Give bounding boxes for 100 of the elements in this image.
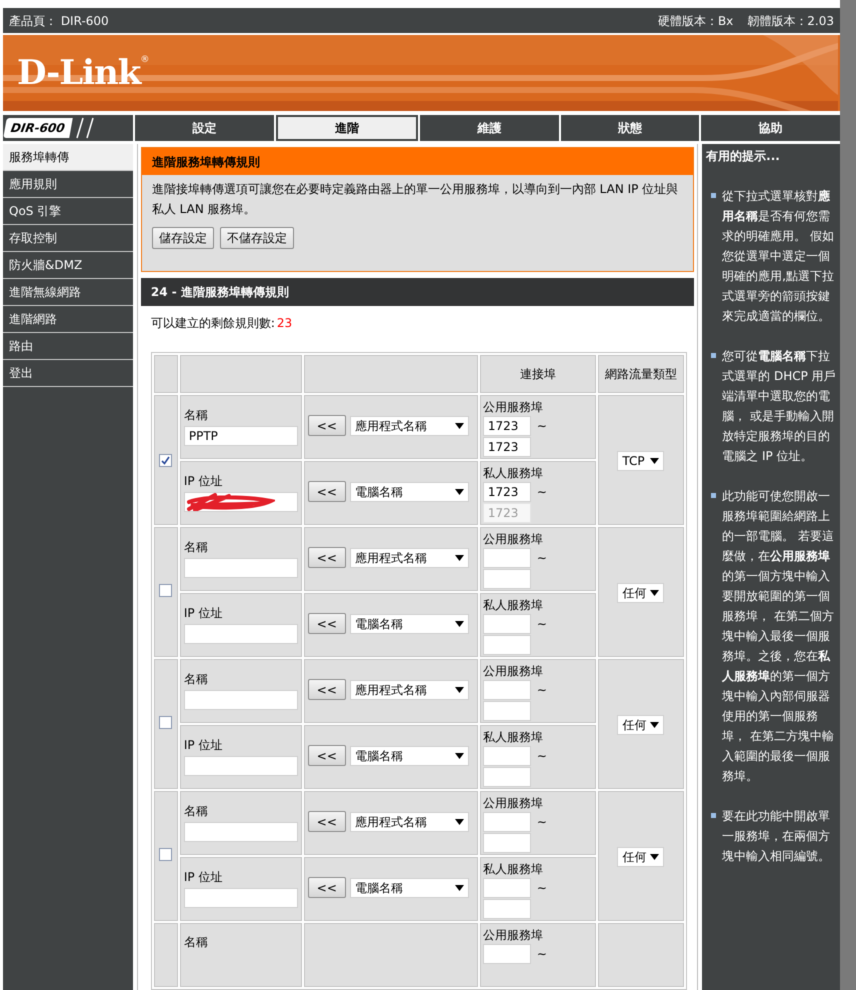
input-field[interactable] bbox=[184, 624, 298, 644]
caret-icon bbox=[454, 620, 464, 626]
intro-title: 進階服務埠轉傳規則 bbox=[142, 148, 694, 175]
ip-address-label: IP 位址 bbox=[184, 868, 224, 886]
input-field[interactable] bbox=[482, 548, 531, 568]
input-field[interactable] bbox=[482, 746, 531, 766]
remaining-rules-label: 可以建立的剩餘規則數: bbox=[150, 315, 275, 332]
tip-text: 從下拉式選單核對應用名稱是否有何您需求的明確應用。 假如您從選單中選定一個明確的應用,點選下拉式選單旁的箭頭按鍵來完成適當的欄位。 bbox=[722, 188, 835, 325]
caret-icon bbox=[454, 554, 464, 560]
column-header: 網路流量類型 bbox=[604, 367, 677, 381]
caret-icon bbox=[454, 422, 464, 428]
public-port-label: 公用服務埠 bbox=[482, 795, 544, 812]
input-field[interactable] bbox=[482, 899, 531, 919]
nav-tab[interactable]: 維護 bbox=[420, 115, 559, 141]
copy-button[interactable]: << bbox=[308, 613, 346, 634]
copy-button[interactable]: << bbox=[308, 811, 346, 832]
sidebar-item[interactable]: QoS 引擎 bbox=[3, 198, 133, 225]
sidebar-item[interactable]: 服務埠轉傳 bbox=[3, 144, 133, 171]
input-field[interactable] bbox=[184, 756, 298, 776]
sidebar-item[interactable]: 存取控制 bbox=[3, 225, 133, 252]
traffic-type-select[interactable]: 任何 bbox=[617, 583, 664, 603]
input-field[interactable] bbox=[482, 569, 531, 589]
application-select[interactable]: 應用程式名稱 bbox=[350, 812, 469, 832]
application-select[interactable]: 應用程式名稱 bbox=[350, 416, 469, 436]
input-field[interactable]: PPTP bbox=[184, 426, 298, 446]
nav-tab[interactable]: 設定 bbox=[135, 115, 274, 141]
input-field[interactable] bbox=[482, 812, 531, 832]
intro-text: 進階接埠轉傳選項可讓您在必要時定義路由器上的單一公用服務埠，以導向到一內部 LAN IP 位址與私人 LAN 服務埠。 bbox=[150, 181, 680, 218]
input-field[interactable]: 1723 bbox=[482, 416, 531, 436]
computer-select[interactable]: 電腦名稱 bbox=[350, 878, 469, 898]
caret-icon bbox=[454, 686, 464, 692]
input-field[interactable] bbox=[482, 944, 531, 964]
sidebar-item[interactable]: 應用規則 bbox=[3, 171, 133, 198]
copy-button[interactable]: << bbox=[308, 547, 346, 568]
model-badge: DIR-600 bbox=[3, 118, 72, 138]
checkbox[interactable] bbox=[159, 716, 172, 729]
copy-button[interactable]: << bbox=[308, 877, 346, 898]
input-field[interactable] bbox=[482, 614, 531, 634]
hardware-version-text: 硬體版本：Bx bbox=[658, 12, 734, 30]
range-separator: ~ bbox=[536, 484, 547, 501]
ip-address-label: IP 位址 bbox=[184, 472, 224, 490]
input-field[interactable] bbox=[184, 888, 298, 908]
input-field[interactable]: 1723 bbox=[482, 437, 531, 457]
traffic-type-select[interactable]: 任何 bbox=[617, 715, 664, 735]
input-field[interactable] bbox=[482, 767, 531, 787]
column-header: 連接埠 bbox=[520, 367, 556, 381]
caret-icon bbox=[454, 752, 464, 758]
input-field[interactable] bbox=[482, 878, 531, 898]
input-field[interactable] bbox=[184, 822, 298, 842]
firmware-version-text: 韌體版本：2.03 bbox=[747, 12, 834, 30]
sidebar-item[interactable]: 進階網路 bbox=[3, 306, 133, 333]
range-separator: ~ bbox=[536, 880, 547, 897]
nav-tab[interactable]: 協助 bbox=[701, 115, 840, 141]
input-field[interactable] bbox=[482, 635, 531, 655]
range-separator: ~ bbox=[536, 550, 547, 567]
traffic-type-select[interactable]: 任何 bbox=[617, 847, 664, 867]
copy-button[interactable]: << bbox=[308, 745, 346, 766]
input-field[interactable] bbox=[482, 701, 531, 721]
nav-tab[interactable]: 進階 bbox=[276, 115, 418, 141]
tip-text: 此功能可使您開啟一服務埠範圍給網路上的一部電腦。 若要這麼做，在公用服務埠的第一個方塊中輸入要開放範圍的第一個服務埠， 在第二個方塊中輸入最後一個服務埠。之後，您在私人服務埠的第一個方塊中輸入內部伺服器使用的第一個服務埠， 在第二方塊中輸入範圍的最後一個服務埠。 bbox=[722, 488, 835, 785]
computer-select[interactable]: 電腦名稱 bbox=[350, 614, 469, 634]
computer-select[interactable]: 電腦名稱 bbox=[350, 482, 469, 502]
action-button[interactable]: 儲存設定 bbox=[152, 227, 214, 249]
range-separator: ~ bbox=[536, 748, 547, 765]
input-field[interactable] bbox=[482, 680, 531, 700]
caret-icon bbox=[650, 722, 660, 728]
computer-select[interactable]: 電腦名稱 bbox=[350, 746, 469, 766]
public-port-label: 公用服務埠 bbox=[482, 927, 544, 944]
sidebar-item[interactable]: 路由 bbox=[3, 333, 133, 360]
sidebar-item[interactable]: 進階無線網路 bbox=[3, 279, 133, 306]
name-label: 名稱 bbox=[184, 670, 209, 688]
application-select[interactable]: 應用程式名稱 bbox=[350, 548, 469, 568]
action-button[interactable]: 不儲存設定 bbox=[220, 227, 294, 249]
checkbox[interactable] bbox=[159, 584, 172, 597]
nav-tab[interactable]: 狀態 bbox=[560, 115, 700, 141]
copy-button[interactable]: << bbox=[308, 679, 346, 700]
input-field[interactable] bbox=[184, 690, 298, 710]
copy-button[interactable]: << bbox=[308, 415, 346, 436]
ip-address-label: IP 位址 bbox=[184, 736, 224, 754]
name-label: 名稱 bbox=[184, 538, 209, 556]
input-field[interactable] bbox=[184, 558, 298, 578]
checkbox[interactable] bbox=[159, 454, 172, 467]
checkbox[interactable] bbox=[159, 848, 172, 861]
input-field[interactable] bbox=[184, 492, 298, 512]
range-separator: ~ bbox=[536, 418, 547, 435]
remaining-rules-count: 23 bbox=[276, 315, 292, 332]
sidebar-item[interactable]: 登出 bbox=[3, 360, 133, 387]
traffic-type-select[interactable]: TCP bbox=[617, 451, 664, 471]
caret-icon bbox=[650, 854, 660, 860]
public-port-label: 公用服務埠 bbox=[482, 663, 544, 680]
copy-button[interactable]: << bbox=[308, 481, 346, 502]
application-select[interactable]: 應用程式名稱 bbox=[350, 680, 469, 700]
input-field[interactable] bbox=[482, 833, 531, 853]
logo-text: D-Link bbox=[17, 56, 140, 90]
public-port-label: 公用服務埠 bbox=[482, 399, 544, 416]
sidebar-item[interactable]: 防火牆&DMZ bbox=[3, 252, 133, 279]
range-separator: ~ bbox=[536, 616, 547, 633]
input-field[interactable]: 1723 bbox=[482, 482, 531, 502]
public-port-label: 公用服務埠 bbox=[482, 531, 544, 548]
private-port-label: 私人服務埠 bbox=[482, 729, 544, 746]
